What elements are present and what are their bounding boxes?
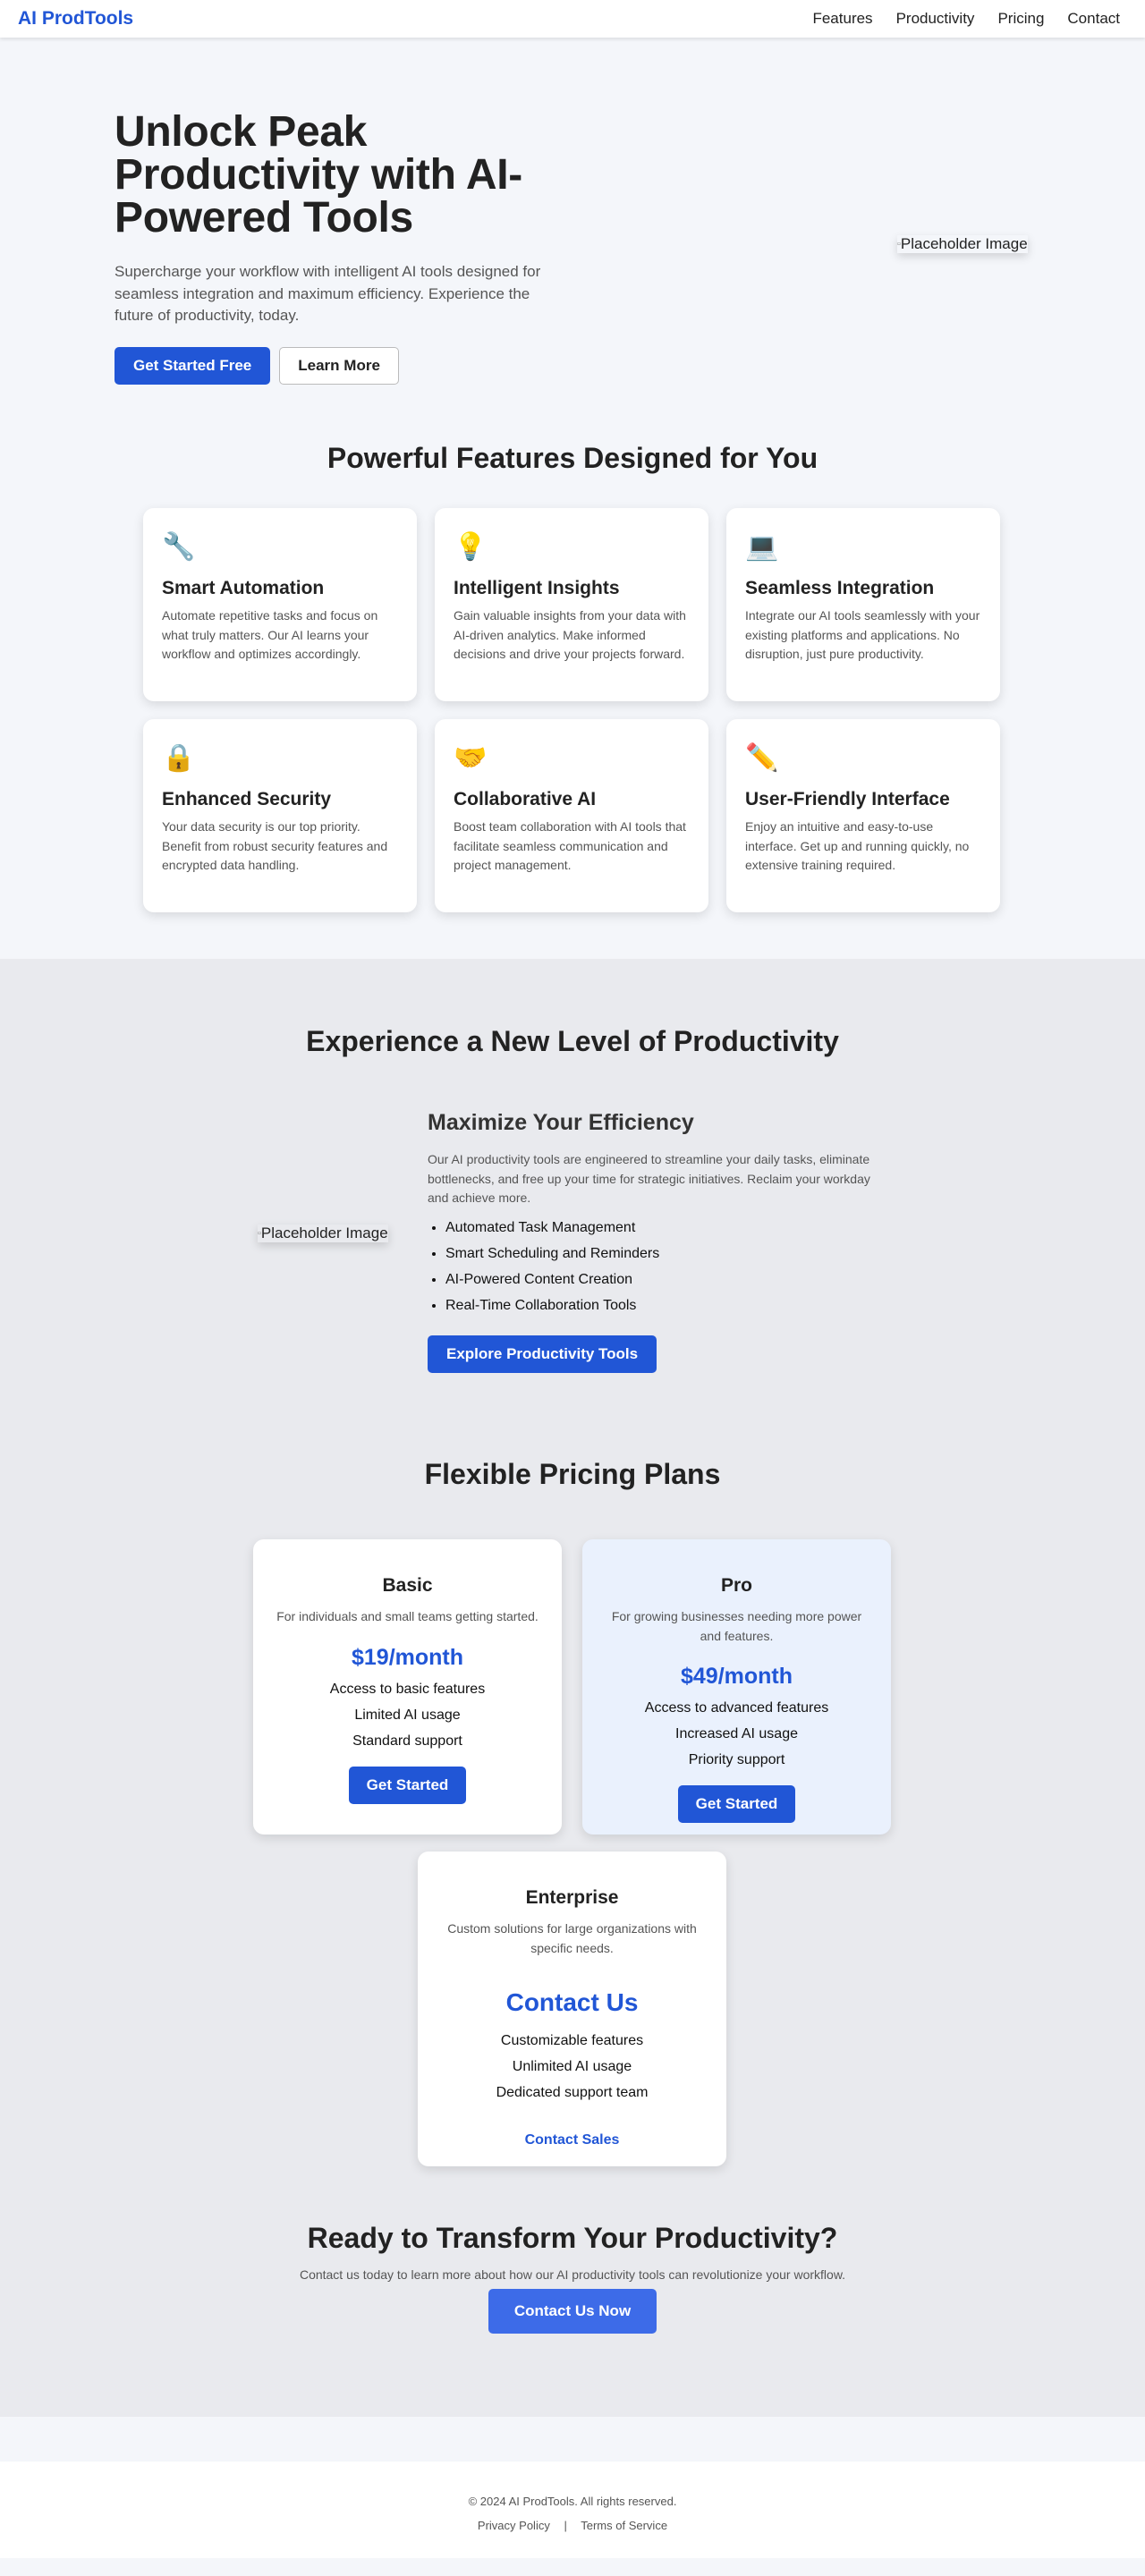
feature-card-user-friendly-interface: ✏️ User-Friendly Interface Enjoy an intu… [726,719,1000,912]
plan-features: Customizable features Unlimited AI usage… [441,2028,703,2106]
feature-desc: Enjoy an intuitive and easy-to-use inter… [745,819,970,873]
pro-get-started-button[interactable]: Get Started [677,1785,796,1824]
laptop-icon: 💻 [745,532,779,562]
hero-content: Unlock Peak Productivity with AI-Powered… [114,111,571,385]
hero-subtitle: Supercharge your workflow with intellige… [114,263,541,325]
plan-feature: Dedicated support team [496,2085,649,2101]
terms-of-service-link[interactable]: Terms of Service [581,2519,667,2532]
pencil-icon: ✏️ [745,743,779,773]
footer-links: Privacy Policy | Terms of Service [0,2519,1145,2532]
productivity-subtitle: Maximize Your Efficiency [428,1110,694,1135]
nav-links: Features Productivity Pricing Contact [789,10,1120,28]
list-item: Real-Time Collaboration Tools [445,1297,893,1314]
footer-copyright: © 2024 AI ProdTools. All rights reserved… [468,2495,677,2508]
plan-feature: Unlimited AI usage [512,2059,632,2075]
cta-subtitle: Contact us today to learn more about how… [299,2267,846,2282]
pricing-card-basic: Basic For individuals and small teams ge… [253,1539,562,1835]
feature-title: Seamless Integration [745,578,935,598]
feature-title: Enhanced Security [162,789,332,809]
feature-title: Intelligent Insights [454,578,620,598]
footer-separator: | [564,2519,567,2532]
plan-price: Contact Us [505,1988,639,2017]
features-grid: 🔧 Smart Automation Automate repetitive t… [143,508,1002,912]
plan-name: Pro [720,1575,752,1596]
feature-title: Smart Automation [162,578,325,598]
plan-name: Basic [382,1575,433,1596]
pricing-card-pro: Pro For growing businesses needing more … [582,1539,891,1835]
feature-desc: Gain valuable insights from your data wi… [454,608,686,662]
hero-section: Unlock Peak Productivity with AI-Powered… [0,38,1145,394]
plan-feature: Standard support [352,1733,462,1749]
pricing-title: Flexible Pricing Plans [424,1458,721,1490]
nav-link-features[interactable]: Features [812,10,872,28]
nav-link-productivity[interactable]: Productivity [896,10,975,28]
feature-title: Collaborative AI [454,789,597,809]
nav-link-contact[interactable]: Contact [1067,10,1120,28]
plan-features: Access to advanced features Increased AI… [606,1695,868,1773]
contact-sales-button[interactable]: Contact Sales [525,2132,620,2148]
contact-us-now-button[interactable]: Contact Us Now [488,2289,657,2334]
productivity-image: ▫ Placeholder Image [258,1224,388,1242]
hero-title: Unlock Peak Productivity with AI-Powered… [114,108,522,242]
productivity-title: Experience a New Level of Productivity [306,1025,839,1057]
lock-icon: 🔒 [162,743,196,773]
site-logo[interactable]: AI ProdTools [18,8,133,30]
feature-card-smart-automation: 🔧 Smart Automation Automate repetitive t… [143,508,417,701]
productivity-section: Experience a New Level of Productivity ▫… [0,959,1145,1426]
plan-price: $19/month [351,1644,464,1670]
productivity-list: Automated Task Management Smart Scheduli… [428,1219,893,1314]
plan-feature: Access to advanced features [644,1700,829,1716]
plan-desc: For growing businesses needing more powe… [611,1609,862,1643]
plan-feature: Increased AI usage [675,1726,798,1742]
feature-card-intelligent-insights: 💡 Intelligent Insights Gain valuable ins… [435,508,708,701]
feature-card-enhanced-security: 🔒 Enhanced Security Your data security i… [143,719,417,912]
hero-buttons: Get Started Free Learn More [114,346,571,385]
pricing-card-enterprise: Enterprise Custom solutions for large or… [418,1852,726,2166]
list-item: AI-Powered Content Creation [445,1271,893,1288]
top-nav: AI ProdTools Features Productivity Prici… [0,0,1145,38]
explore-productivity-tools-button[interactable]: Explore Productivity Tools [428,1335,657,1374]
feature-card-collaborative-ai: 🤝 Collaborative AI Boost team collaborat… [435,719,708,912]
learn-more-button[interactable]: Learn More [279,346,399,385]
privacy-policy-link[interactable]: Privacy Policy [478,2519,550,2532]
productivity-desc: Our AI productivity tools are engineered… [428,1152,870,1206]
wrench-icon: 🔧 [162,532,196,562]
plan-feature: Access to basic features [329,1681,486,1697]
feature-desc: Boost team collaboration with AI tools t… [454,819,686,873]
hero-image-alt: Placeholder Image [900,235,1028,252]
plan-feature: Customizable features [500,2033,644,2049]
plan-features: Access to basic features Limited AI usag… [276,1676,539,1754]
plan-feature: Priority support [688,1752,785,1768]
lightbulb-icon: 💡 [454,532,488,562]
list-item: Smart Scheduling and Reminders [445,1245,893,1262]
hero-image: ▫ Placeholder Image [897,235,1028,253]
plan-desc: Custom solutions for large organizations… [447,1921,697,1955]
plan-feature: Limited AI usage [354,1707,461,1723]
get-started-free-button[interactable]: Get Started Free [114,346,271,385]
footer: © 2024 AI ProdTools. All rights reserved… [0,2462,1145,2558]
productivity-image-alt: Placeholder Image [260,1224,388,1241]
cta-section: Ready to Transform Your Productivity? Co… [0,2219,1145,2417]
feature-card-seamless-integration: 💻 Seamless Integration Integrate our AI … [726,508,1000,701]
features-title: Powerful Features Designed for You [327,442,818,474]
feature-desc: Integrate our AI tools seamlessly with y… [745,608,980,662]
plan-name: Enterprise [525,1887,619,1908]
feature-title: User-Friendly Interface [745,789,950,809]
plan-price: $49/month [680,1664,793,1690]
spacer [0,2417,1145,2462]
productivity-content: Maximize Your Efficiency Our AI producti… [428,1110,893,1374]
feature-desc: Your data security is our top priority. … [162,819,388,873]
handshake-icon: 🤝 [454,743,488,773]
cta-title: Ready to Transform Your Productivity? [307,2222,838,2254]
plan-desc: For individuals and small teams getting … [276,1609,539,1623]
nav-link-pricing[interactable]: Pricing [997,10,1044,28]
list-item: Automated Task Management [445,1219,893,1236]
pricing-section: Flexible Pricing Plans Basic For individ… [0,1426,1145,2219]
features-section: Powerful Features Designed for You 🔧 Sma… [0,394,1145,959]
feature-desc: Automate repetitive tasks and focus on w… [162,608,378,662]
basic-get-started-button[interactable]: Get Started [348,1766,467,1804]
